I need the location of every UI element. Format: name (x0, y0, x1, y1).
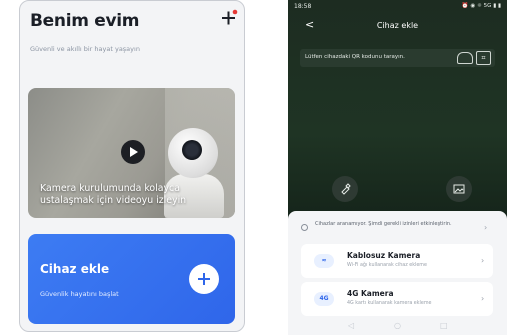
4g-camera-option[interactable]: 4G 4G Kamera 4G kartı kullanarak kamera … (301, 282, 493, 316)
chevron-right-icon: › (481, 294, 485, 303)
card-title: Cihaz ekle (40, 262, 110, 276)
nav-recent-button[interactable]: □ (440, 321, 448, 330)
video-caption: Kamera kurulumunda kolayca ustalaşmak iç… (40, 183, 187, 206)
page-subtitle: Güvenli ve akıllı bir hayat yaşayın (30, 45, 140, 53)
scan-panel: 18:58 ⏰ ◉ ☼ 5G ▮ ▮ < Cihaz ekle Lütfen c… (288, 0, 507, 335)
option-desc: 4G kartı kullanarak kamera ekleme (347, 301, 432, 306)
play-icon[interactable] (121, 140, 145, 164)
permission-notice[interactable]: Cihazlar aranamıyor. Şimdi gerekli izinl… (301, 221, 496, 237)
page-title: Benim evim (30, 11, 140, 31)
system-nav-bar: ◁ ○ □ (288, 318, 507, 335)
image-icon (453, 184, 465, 194)
qr-scan-icon[interactable]: ⌗ (476, 51, 491, 65)
flashlight-icon (341, 183, 351, 195)
add-device-button[interactable] (189, 264, 219, 294)
album-button[interactable] (446, 176, 472, 202)
chevron-right-icon: › (484, 223, 488, 232)
nav-home-button[interactable]: ○ (394, 321, 401, 330)
option-name: 4G Kamera (347, 289, 394, 298)
flashlight-button[interactable] (332, 176, 358, 202)
add-options-sheet: Cihazlar aranamıyor. Şimdi gerekli izinl… (288, 211, 507, 335)
wireless-camera-option[interactable]: ≈ Kablosuz Kamera Wi-Fi ağı kullanarak c… (301, 244, 493, 278)
status-time: 18:58 (294, 3, 312, 10)
manual-add-icon[interactable] (457, 52, 473, 64)
4g-icon: 4G (314, 292, 334, 306)
home-panel: Benim evim Güvenli ve akıllı bir hayat y… (19, 0, 245, 332)
option-name: Kablosuz Kamera (347, 251, 421, 260)
status-icons: ⏰ ◉ ☼ 5G ▮ ▮ (461, 3, 501, 9)
chevron-right-icon: › (481, 256, 485, 265)
camera-lens-image (182, 140, 202, 160)
tutorial-video[interactable]: Kamera kurulumunda kolayca ustalaşmak iç… (28, 88, 235, 218)
card-subtitle: Güvenlik hayatını başlat (40, 290, 119, 298)
nav-back-button[interactable]: ◁ (348, 321, 354, 330)
add-device-card[interactable]: Cihaz ekle Güvenlik hayatını başlat (28, 234, 235, 324)
info-icon (301, 224, 308, 231)
qr-hint-text: Lütfen cihazdaki QR kodunu tarayın. (305, 54, 405, 60)
add-icon[interactable] (219, 8, 239, 28)
wifi-icon: ≈ (314, 254, 334, 268)
qr-hint-bar: Lütfen cihazdaki QR kodunu tarayın. ⌗ (300, 49, 495, 67)
option-desc: Wi-Fi ağı kullanarak cihaz ekleme (347, 263, 427, 268)
screen-title: Cihaz ekle (376, 21, 419, 30)
permission-text: Cihazlar aranamıyor. Şimdi gerekli izinl… (315, 221, 452, 227)
status-bar: 18:58 ⏰ ◉ ☼ 5G ▮ ▮ (288, 0, 507, 12)
